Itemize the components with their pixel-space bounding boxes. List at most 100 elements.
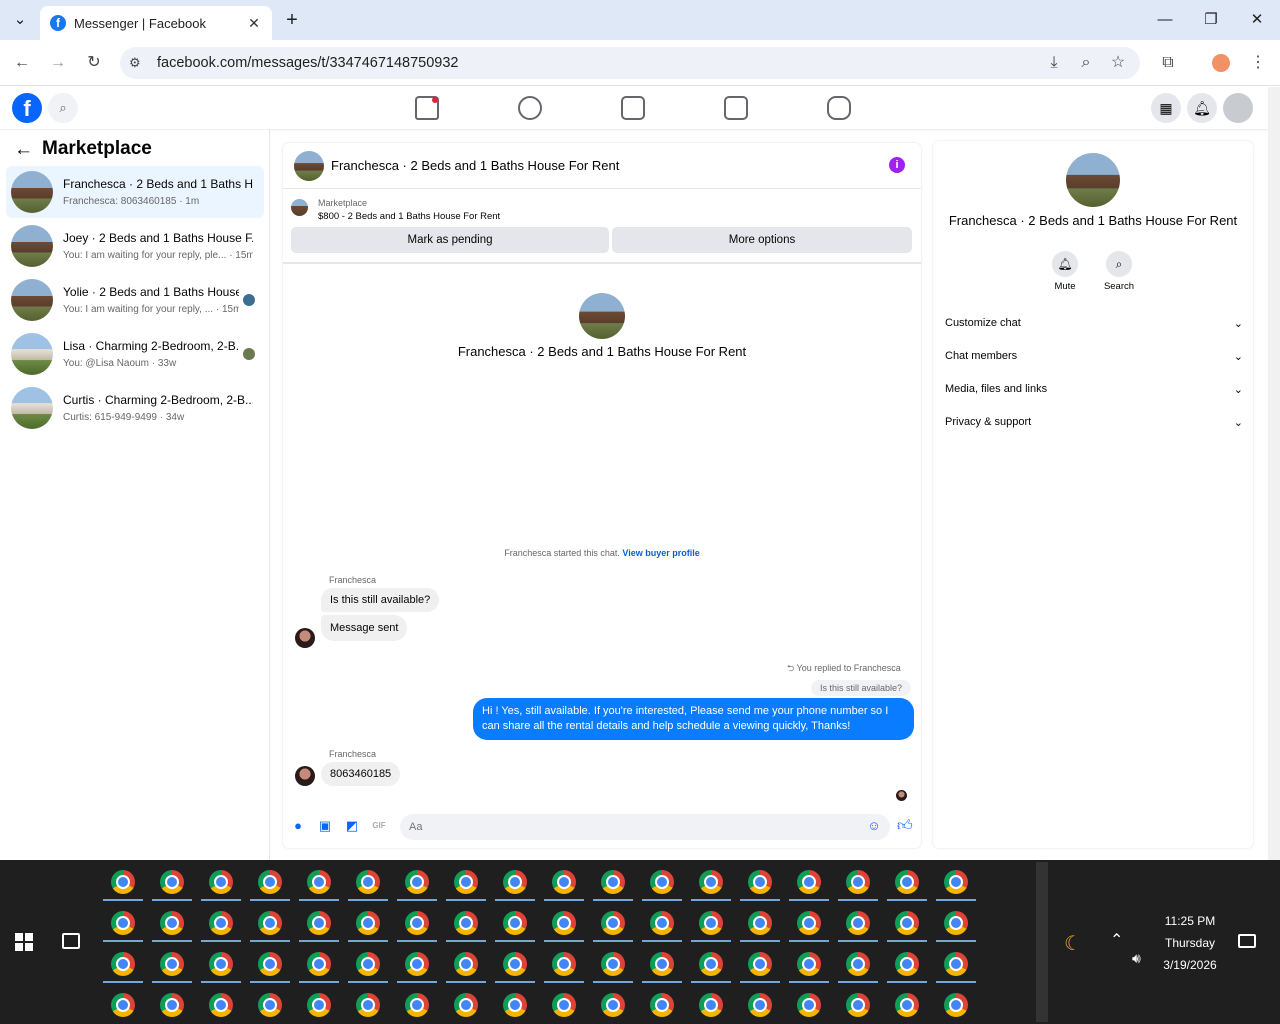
gif-icon[interactable]: GIF [372,819,386,833]
taskbar-app-icon[interactable] [552,993,576,1017]
photo-icon[interactable]: ▣ [318,819,332,833]
friends-icon[interactable] [518,96,542,120]
taskbar-app-icon[interactable] [299,870,339,901]
facebook-logo[interactable]: f [12,93,42,123]
message-composer[interactable] [400,814,890,840]
profile-avatar-icon[interactable] [1212,54,1230,72]
notifications-icon[interactable] [1238,934,1256,948]
sticker-icon[interactable]: ◩ [345,819,359,833]
view-buyer-profile-link[interactable]: View buyer profile [622,548,699,558]
address-bar[interactable]: ⚙ facebook.com/messages/t/33474671487509… [120,47,1140,79]
taskbar-app-icon[interactable] [152,911,192,942]
taskbar-app-icon[interactable] [111,993,135,1017]
page-scrollbar[interactable] [1268,87,1280,860]
conversation-item[interactable]: Yolie · 2 Beds and 1 Baths House... You: … [6,274,264,326]
taskbar-app-icon[interactable] [495,911,535,942]
taskbar-app-icon[interactable] [397,952,437,983]
search-icon[interactable]: ⌕ [48,93,78,123]
incoming-message[interactable]: 8063460185 [321,762,401,786]
forward-button[interactable]: → [46,52,70,74]
taskbar-app-icon[interactable] [789,911,829,942]
taskbar-app-icon[interactable] [650,993,674,1017]
back-arrow-icon[interactable]: ← [14,139,33,161]
taskbar-app-icon[interactable] [936,911,976,942]
taskbar-app-icon[interactable] [103,911,143,942]
taskbar-app-icon[interactable] [160,993,184,1017]
tab-search-icon[interactable]: ⌄ [8,0,32,40]
taskbar-app-icon[interactable] [642,870,682,901]
taskbar-app-icon[interactable] [838,911,878,942]
emoji-icon[interactable]: ☺ [867,819,881,833]
marketplace-icon[interactable] [724,96,748,120]
customize-chat-section[interactable]: Customize chat ⌄ [945,317,1243,330]
taskbar-app-icon[interactable] [348,870,388,901]
media-files-section[interactable]: Media, files and links ⌄ [945,383,1243,396]
taskbar-app-icon[interactable] [838,870,878,901]
taskbar-app-icon[interactable] [748,993,772,1017]
taskbar-app-icon[interactable] [691,870,731,901]
task-view-icon[interactable] [62,933,80,949]
taskbar-app-icon[interactable] [789,952,829,983]
taskbar-app-icon[interactable] [405,993,429,1017]
extensions-icon[interactable]: ⧉ [1156,52,1180,74]
more-options-button[interactable]: More options [612,227,912,253]
install-app-icon[interactable]: ⤓ [1042,52,1066,74]
bell-icon[interactable]: 🔔︎ [1187,93,1217,123]
taskbar-app-icon[interactable] [299,911,339,942]
taskbar-app-icon[interactable] [838,952,878,983]
search-icon[interactable]: ⌕ [1106,251,1132,277]
mute-bell-icon[interactable]: 🔔︎ [1052,251,1078,277]
thumbs-up-icon[interactable]: 👍︎ [897,818,913,833]
incoming-message[interactable]: Is this still available? [321,588,440,612]
taskbar-app-icon[interactable] [446,952,486,983]
conversation-item[interactable]: Franchesca · 2 Beds and 1 Baths H... Fran… [6,166,264,218]
conversation-item[interactable]: Lisa · Charming 2-Bedroom, 2-B... You: @L… [6,328,264,380]
taskbar-app-icon[interactable] [348,952,388,983]
taskbar-app-icon[interactable] [887,952,927,983]
taskbar-app-icon[interactable] [250,911,290,942]
taskbar-app-icon[interactable] [887,911,927,942]
privacy-support-section[interactable]: Privacy & support ⌄ [945,416,1243,429]
start-windows-icon[interactable] [15,933,33,951]
taskbar-app-icon[interactable] [446,870,486,901]
message-input[interactable] [400,814,850,840]
site-info-icon[interactable]: ⚙ [129,55,141,71]
taskbar-app-icon[interactable] [152,952,192,983]
taskbar-app-icon[interactable] [593,911,633,942]
taskbar-app-icon[interactable] [446,911,486,942]
taskbar-app-icon[interactable] [740,870,780,901]
volume-icon[interactable]: 🔊︎ [1132,950,1141,967]
conversation-item[interactable]: Curtis · Charming 2-Bedroom, 2-B... Curti… [6,382,264,434]
taskbar-app-icon[interactable] [250,952,290,983]
info-icon[interactable]: i [889,157,905,173]
taskbar-app-icon[interactable] [544,911,584,942]
taskbar-app-icon[interactable] [397,870,437,901]
bookmark-star-icon[interactable]: ☆ [1106,52,1130,74]
browser-tab[interactable]: f Messenger | Facebook ✕ [40,6,272,40]
taskbar-app-icon[interactable] [299,952,339,983]
microphone-icon[interactable]: ● [291,819,305,833]
taskbar-scrollbar[interactable] [1036,862,1048,1022]
taskbar-app-icon[interactable] [201,870,241,901]
gaming-icon[interactable] [827,96,851,120]
taskbar-app-icon[interactable] [348,911,388,942]
taskbar-app-icon[interactable] [307,993,331,1017]
taskbar-app-icon[interactable] [250,870,290,901]
taskbar-app-icon[interactable] [503,993,527,1017]
taskbar-app-icon[interactable] [103,952,143,983]
quoted-message[interactable]: Is this still available? [811,680,912,696]
taskbar-app-icon[interactable] [209,993,233,1017]
reload-button[interactable]: ↻ [82,52,106,74]
video-icon[interactable] [621,96,645,120]
taskbar-app-icon[interactable] [936,952,976,983]
tab-close-icon[interactable]: ✕ [244,15,264,32]
taskbar-app-icon[interactable] [544,870,584,901]
chat-members-section[interactable]: Chat members ⌄ [945,350,1243,363]
taskbar-app-icon[interactable] [593,870,633,901]
taskbar-app-icon[interactable] [495,870,535,901]
new-tab-button[interactable]: + [280,0,304,40]
night-light-moon-icon[interactable]: ☾ [1064,931,1082,956]
taskbar-app-icon[interactable] [201,911,241,942]
chevron-up-icon[interactable]: ⌃ [1110,930,1123,950]
taskbar-app-icon[interactable] [740,911,780,942]
